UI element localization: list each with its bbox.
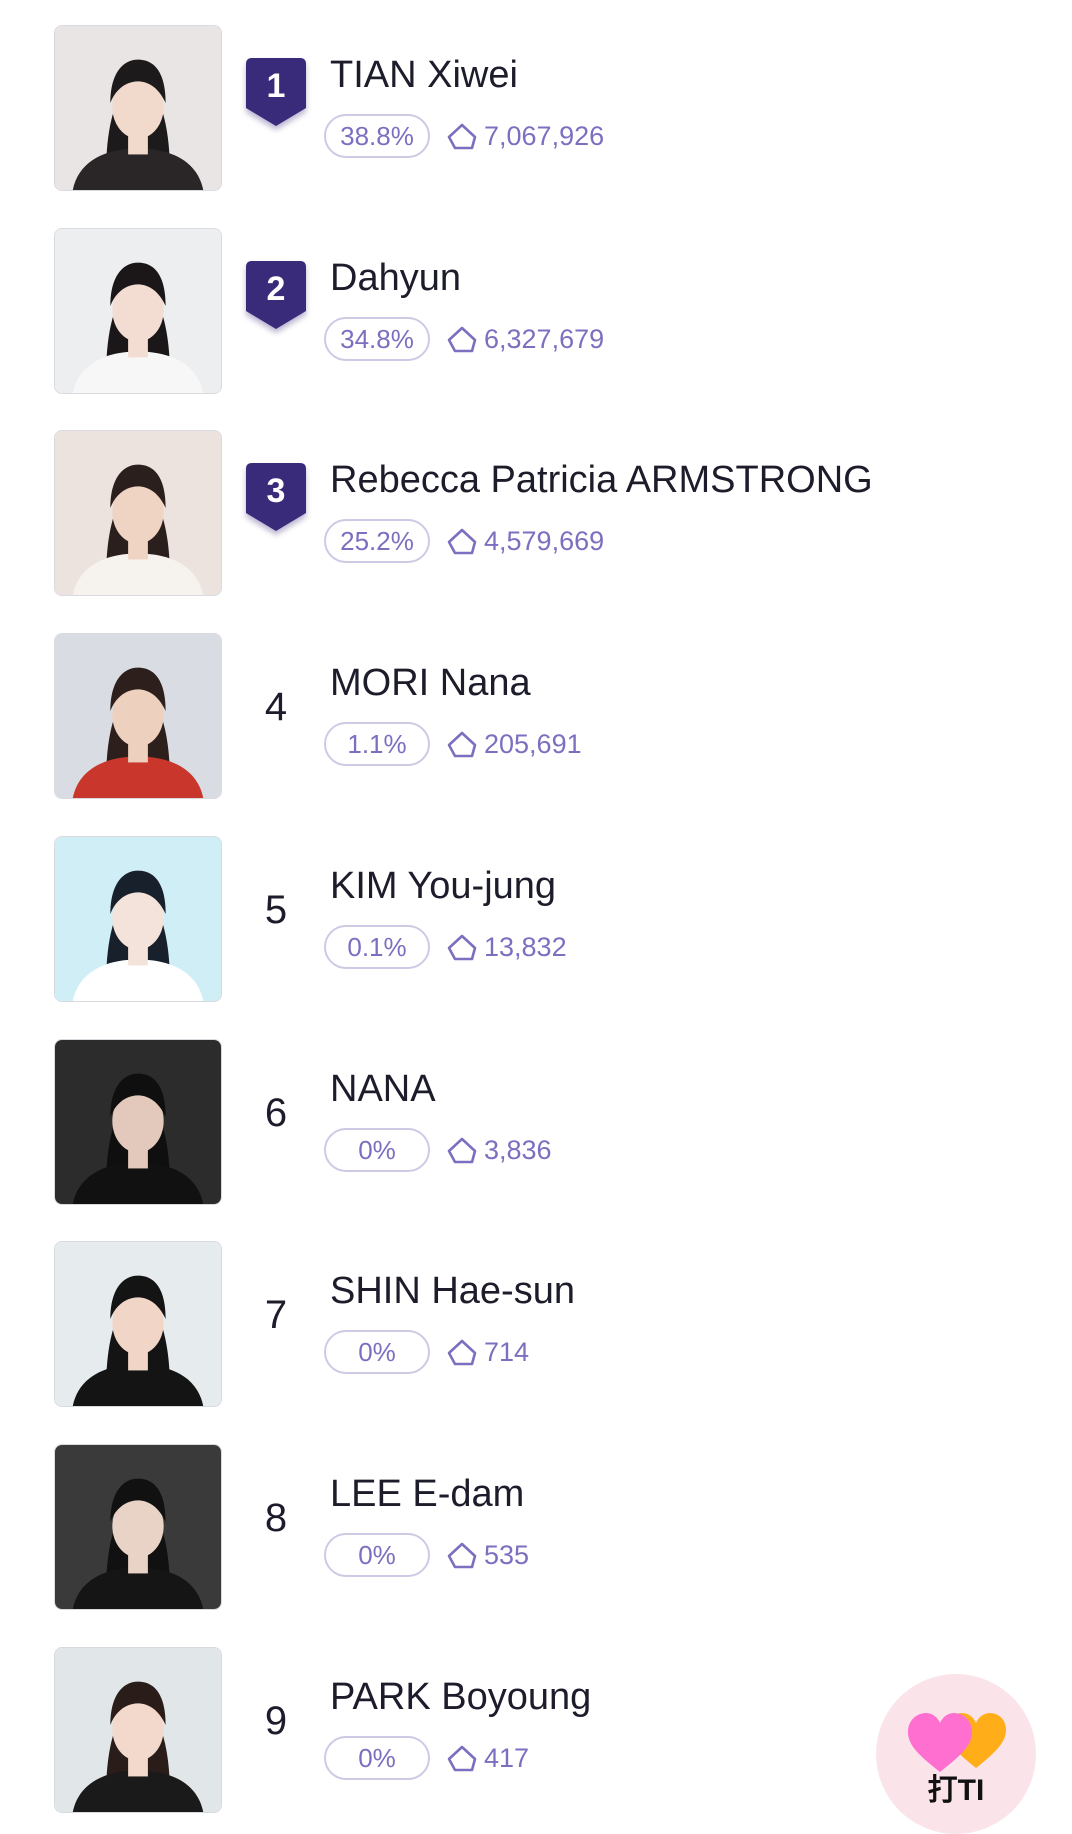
profile-photo: [54, 633, 222, 799]
ranking-row[interactable]: 2 Dahyun 34.8% 6,327,679: [0, 203, 1072, 405]
vote-count-value: 4,579,669: [484, 526, 605, 556]
fab-label: 打TI: [927, 1774, 985, 1807]
vote-count-value: 535: [484, 1540, 530, 1570]
profile-photo: [54, 1444, 222, 1610]
diamond-icon: [447, 731, 477, 758]
diamond-icon: [447, 528, 477, 555]
ranking-row[interactable]: 7 SHIN Hae-sun 0% 714: [0, 1216, 1072, 1418]
vote-count-value: 417: [484, 1743, 530, 1773]
rank-badge: 3: [242, 459, 310, 535]
profile-photo: [54, 836, 222, 1002]
candidate-name: Rebecca Patricia ARMSTRONG: [330, 459, 873, 501]
diamond-icon: [447, 1137, 477, 1164]
diamond-icon: [447, 1542, 477, 1569]
vote-percentage-pill: 1.1%: [324, 722, 430, 766]
candidate-name: PARK Boyoung: [330, 1676, 592, 1718]
rank-number: 5: [264, 888, 288, 932]
candidate-name: KIM You-jung: [330, 865, 557, 907]
ranking-row[interactable]: 3 Rebecca Patricia ARMSTRONG 25.2% 4,579,66…: [0, 405, 1072, 607]
vote-percentage-pill: 0%: [324, 1736, 430, 1780]
vote-percentage-pill: 0%: [324, 1330, 430, 1374]
rank-number: 2: [266, 270, 286, 308]
ranking-row[interactable]: 6 NANA 0% 3,836: [0, 1014, 1072, 1216]
ranking-row[interactable]: 5 KIM You-jung 0.1% 13,832: [0, 811, 1072, 1013]
vote-count-value: 7,067,926: [484, 121, 605, 151]
profile-photo: [54, 430, 222, 596]
rank-number: 3: [266, 472, 286, 510]
hearts-icon: [908, 1713, 1006, 1772]
vote-percentage-pill: 0.1%: [324, 925, 430, 969]
vote-percentage-pill: 34.8%: [324, 317, 430, 361]
rank-number: 7: [264, 1293, 288, 1337]
diamond-icon: [447, 1745, 477, 1772]
candidate-name: TIAN Xiwei: [330, 54, 518, 96]
vote-count-value: 13,832: [484, 932, 567, 962]
profile-photo: [54, 1647, 222, 1813]
diamond-icon: [447, 1339, 477, 1366]
vote-count-value: 6,327,679: [484, 324, 605, 354]
candidate-name: NANA: [330, 1068, 436, 1110]
vote-percentage-pill: 25.2%: [324, 519, 430, 563]
rank-number: 4: [264, 685, 288, 729]
profile-photo: [54, 25, 222, 191]
vote-count-value: 205,691: [484, 729, 582, 759]
vote-percentage-pill: 0%: [324, 1533, 430, 1577]
vote-percentage-pill: 38.8%: [324, 114, 430, 158]
rank-badge: 1: [242, 54, 310, 130]
vote-percentage-pill: 0%: [324, 1128, 430, 1172]
candidate-name: LEE E-dam: [330, 1473, 525, 1515]
candidate-name: SHIN Hae-sun: [330, 1270, 575, 1312]
diamond-icon: [447, 326, 477, 353]
vote-count-value: 3,836: [484, 1135, 552, 1165]
profile-photo: [54, 228, 222, 394]
profile-photo: [54, 1039, 222, 1205]
diamond-icon: [447, 123, 477, 150]
rank-number: 9: [264, 1699, 288, 1743]
ranking-row[interactable]: 1 TIAN Xiwei 38.8% 7,067,926: [0, 0, 1072, 202]
floating-vote-button[interactable]: 打TI: [876, 1674, 1036, 1834]
vote-count-value: 714: [484, 1337, 530, 1367]
candidate-name: Dahyun: [330, 257, 461, 299]
rank-number: 1: [266, 67, 286, 105]
ranking-row[interactable]: 4 MORI Nana 1.1% 205,691: [0, 608, 1072, 810]
rank-badge: 2: [242, 257, 310, 333]
rank-number: 8: [264, 1496, 288, 1540]
ranking-row[interactable]: 8 LEE E-dam 0% 535: [0, 1419, 1072, 1621]
diamond-icon: [447, 934, 477, 961]
rank-number: 6: [264, 1091, 288, 1135]
candidate-name: MORI Nana: [330, 662, 531, 704]
profile-photo: [54, 1241, 222, 1407]
